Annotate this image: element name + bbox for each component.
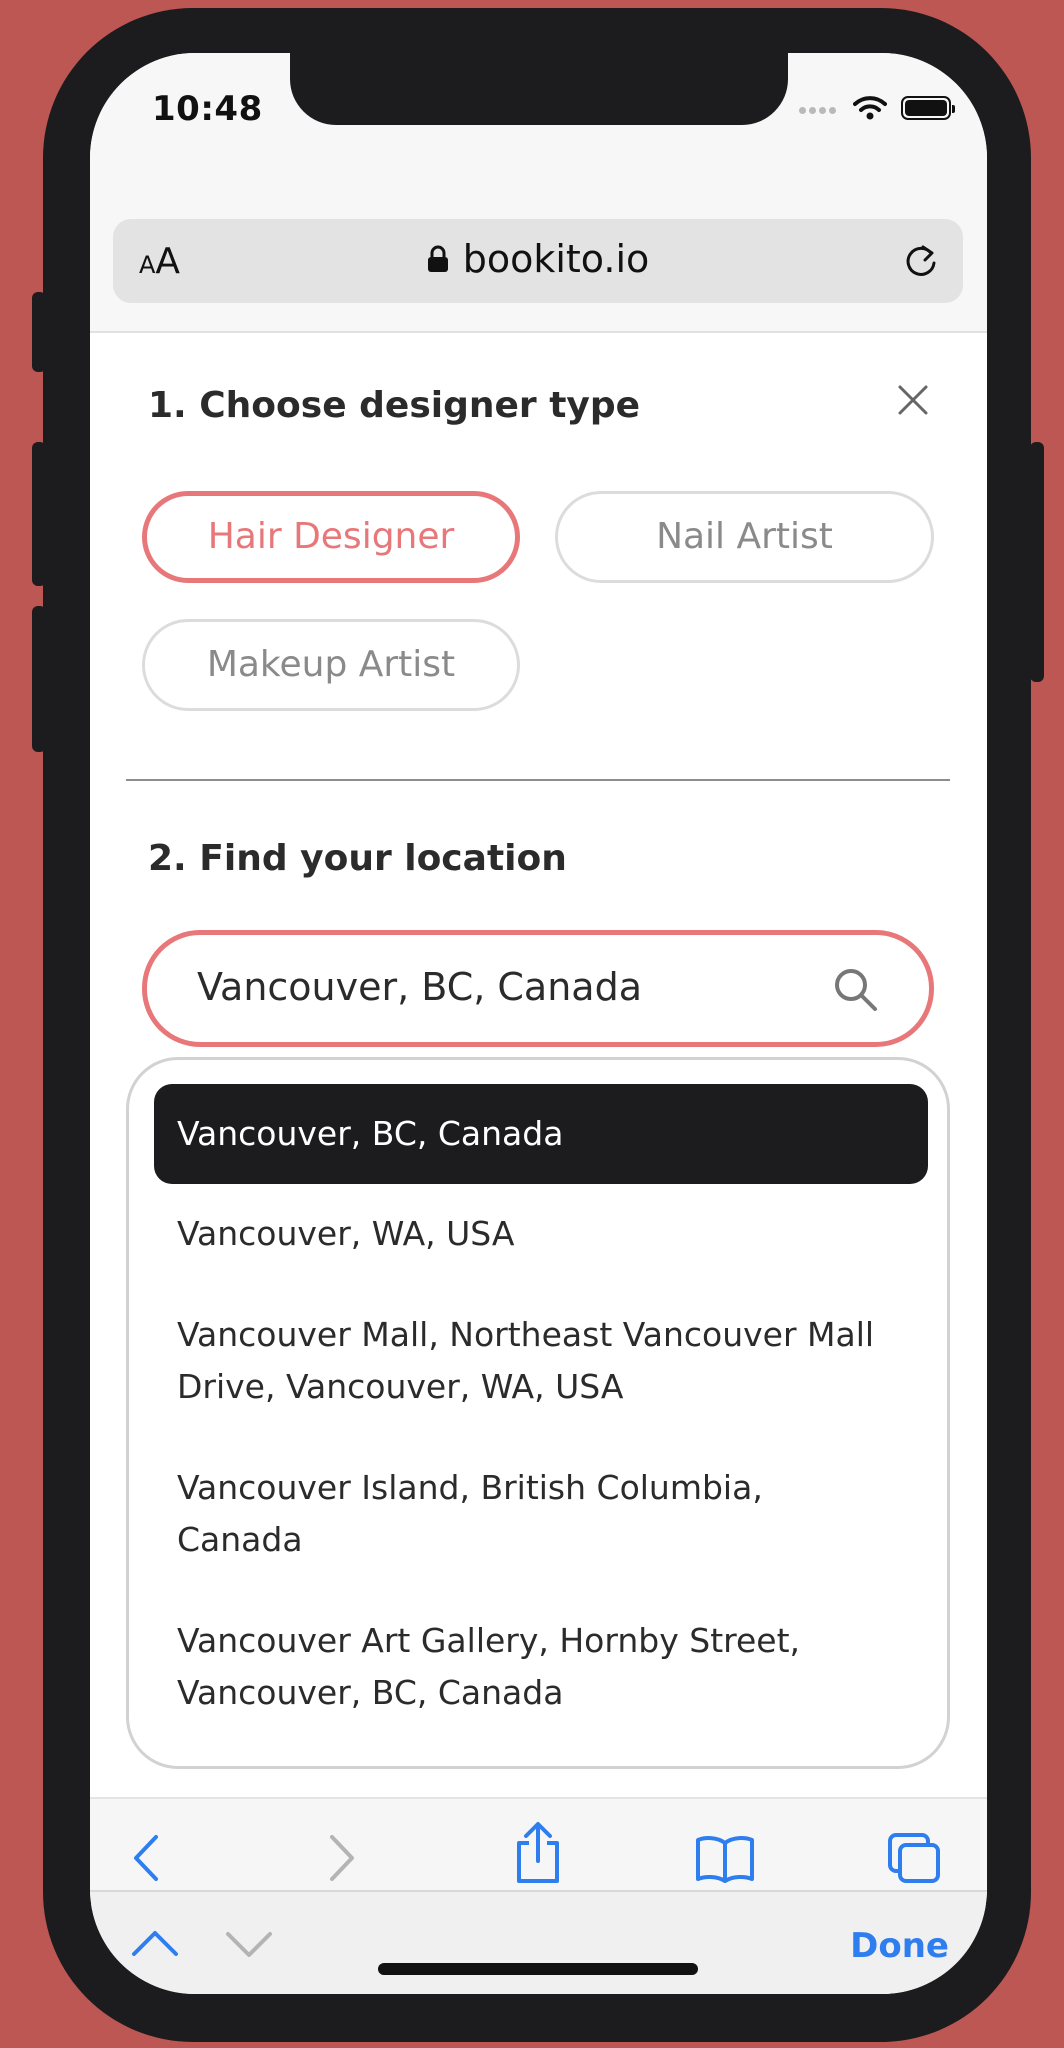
address-bar[interactable]: AA bookito.io	[113, 219, 963, 303]
side-button-volume-up	[32, 442, 46, 586]
search-icon[interactable]	[831, 965, 879, 1013]
option-hair-designer[interactable]: Hair Designer	[142, 491, 520, 583]
location-search-field[interactable]: Vancouver, BC, Canada	[142, 930, 934, 1047]
tabs-icon[interactable]	[886, 1831, 942, 1885]
url-text: bookito.io	[462, 237, 650, 281]
chevron-up-icon[interactable]	[130, 1928, 180, 1958]
bookmarks-icon[interactable]	[695, 1835, 755, 1883]
option-nail-artist[interactable]: Nail Artist	[555, 491, 934, 583]
browser-address-area: AA bookito.io	[90, 163, 987, 333]
side-button-volume-down	[32, 606, 46, 752]
keyboard-accessory-bar: Done	[90, 1890, 987, 1994]
section-title-location: 2. Find your location	[148, 838, 567, 879]
wifi-icon	[853, 96, 887, 120]
suggestion-item[interactable]: Vancouver Island, British Columbia, Cana…	[177, 1462, 917, 1566]
status-icons	[799, 93, 955, 123]
close-icon[interactable]	[896, 383, 930, 417]
notch	[290, 53, 788, 125]
section-title-designer-type: 1. Choose designer type	[148, 385, 641, 426]
location-search-input[interactable]: Vancouver, BC, Canada	[197, 965, 642, 1009]
suggestion-item[interactable]: Vancouver Mall, Northeast Vancouver Mall…	[177, 1309, 917, 1413]
reload-icon[interactable]	[901, 241, 941, 281]
forward-icon[interactable]	[326, 1833, 358, 1883]
section-divider	[126, 779, 950, 781]
phone-screen: 10:48 AA bookito.io 1. Choose designer t…	[90, 53, 987, 1994]
side-button-power	[1030, 442, 1044, 682]
share-icon[interactable]	[512, 1821, 564, 1885]
url-display[interactable]: bookito.io	[113, 237, 963, 281]
suggestion-item[interactable]: Vancouver, BC, Canada	[154, 1084, 928, 1184]
location-suggestions: Vancouver, BC, Canada Vancouver, WA, USA…	[126, 1057, 950, 1769]
suggestion-item[interactable]: Vancouver Art Gallery, Hornby Street, Va…	[177, 1615, 917, 1719]
signal-dots-icon	[799, 99, 839, 118]
side-button-mute	[32, 292, 46, 372]
back-icon[interactable]	[130, 1833, 162, 1883]
suggestion-item[interactable]: Vancouver, WA, USA	[177, 1208, 917, 1260]
lock-icon	[427, 245, 448, 272]
done-button[interactable]: Done	[850, 1926, 949, 1966]
option-makeup-artist[interactable]: Makeup Artist	[142, 619, 520, 711]
home-indicator[interactable]	[378, 1963, 698, 1975]
chevron-down-icon[interactable]	[224, 1930, 274, 1960]
status-time: 10:48	[152, 89, 263, 129]
battery-icon	[901, 96, 955, 120]
safari-toolbar	[90, 1797, 987, 1895]
